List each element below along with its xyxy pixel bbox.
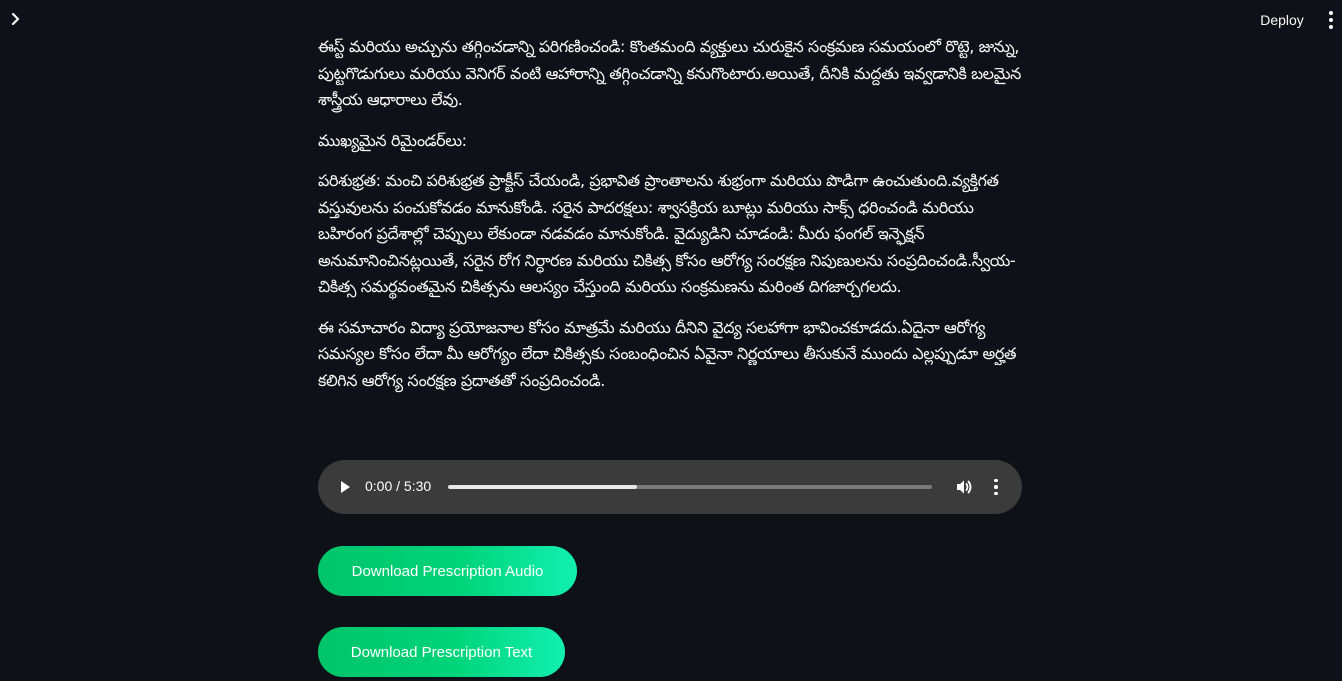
paragraph-reminders: పరిశుభ్రత: మంచి పరిశుభ్రత ప్రాక్టీస్ చేయ… [318, 171, 1016, 296]
main-content: ఈస్ట్ మరియు అచ్చును తగ్గించడాన్ని పరిగణి… [318, 34, 1022, 408]
audio-progress-bar[interactable] [448, 485, 932, 489]
volume-icon[interactable] [954, 477, 974, 497]
audio-player[interactable]: 0:00 / 5:30 [318, 460, 1022, 514]
audio-progress-fill [448, 485, 637, 489]
chevron-right-icon[interactable] [6, 10, 26, 28]
audio-time-display: 0:00 / 5:30 [365, 478, 432, 494]
more-options-icon[interactable] [990, 478, 1002, 496]
download-prescription-audio-button[interactable]: Download Prescription Audio [318, 546, 577, 596]
download-prescription-text-button[interactable]: Download Prescription Text [318, 627, 565, 677]
deploy-button[interactable]: Deploy [1252, 6, 1312, 34]
play-icon[interactable] [338, 478, 352, 496]
reminders-heading: ముఖ్యమైన రిమైండర్‌లు: [318, 130, 467, 150]
vertical-dots-icon[interactable] [1320, 8, 1342, 32]
paragraph-disclaimer: ఈ సమాచారం విద్యా ప్రయోజనాల కోసం మాత్రమే … [318, 317, 1017, 390]
paragraph-yeast-advice: ఈస్ట్ మరియు అచ్చును తగ్గించడాన్ని పరిగణి… [318, 37, 1021, 109]
